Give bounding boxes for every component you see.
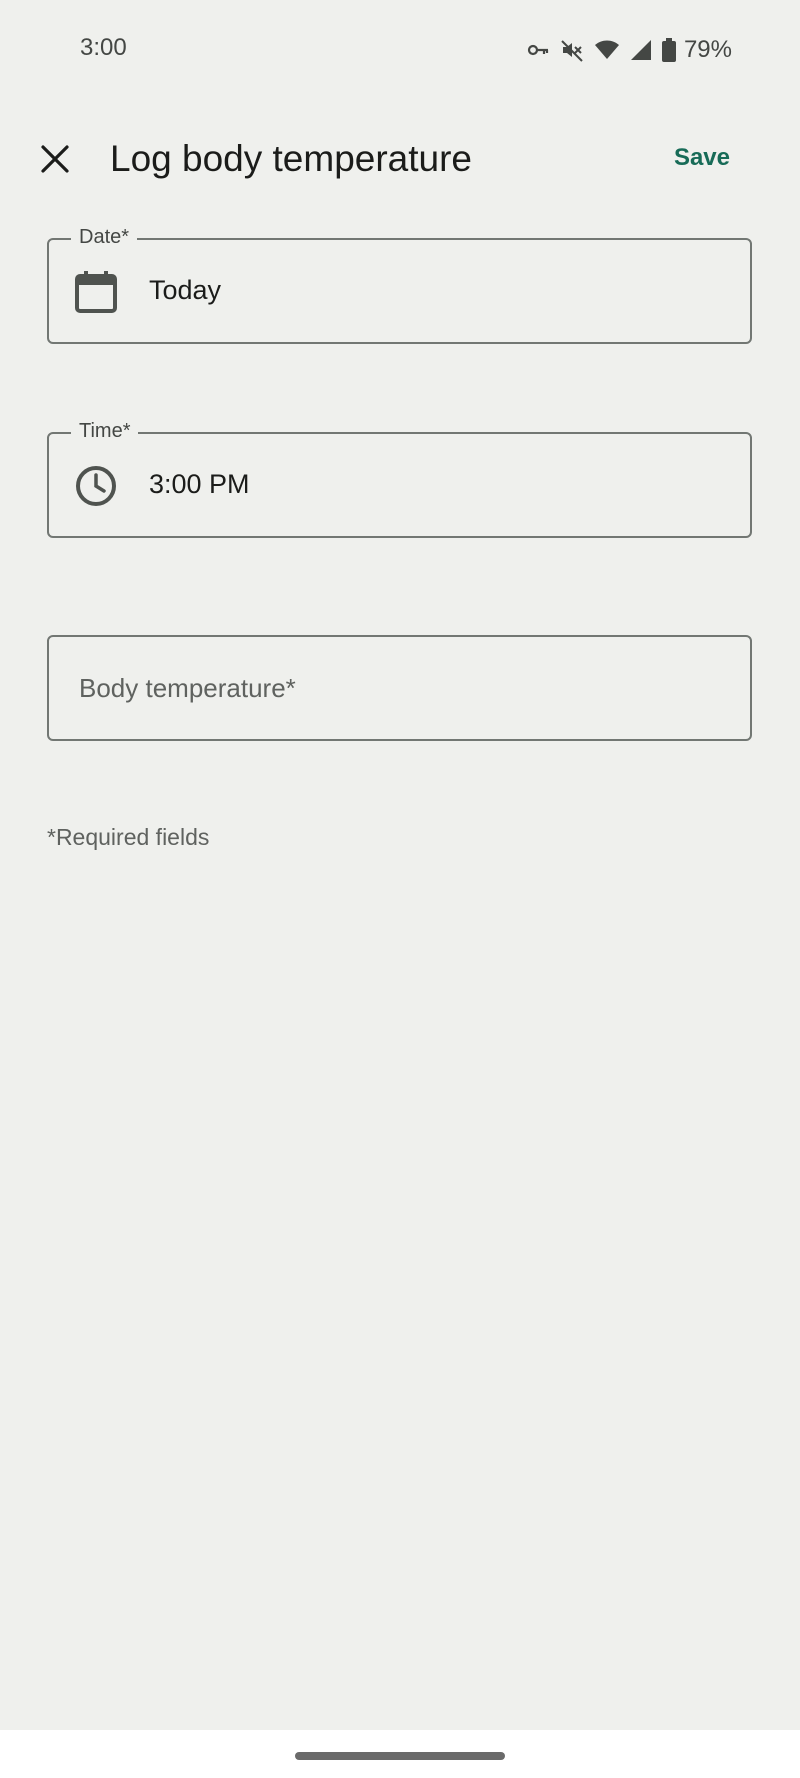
battery-percent: 79% xyxy=(683,36,732,63)
page-title: Log body temperature xyxy=(110,138,473,179)
date-field[interactable]: Date* Today xyxy=(47,226,752,344)
wifi-icon xyxy=(594,38,620,62)
app-bar: Log body temperature Save xyxy=(0,120,800,200)
status-time: 3:00 xyxy=(80,34,127,61)
mute-icon xyxy=(560,38,584,62)
time-field-label: Time* xyxy=(71,420,139,443)
close-icon xyxy=(39,143,71,180)
date-value: Today xyxy=(149,275,222,305)
calendar-icon xyxy=(75,271,117,313)
close-button[interactable] xyxy=(30,140,80,182)
save-button[interactable]: Save xyxy=(674,144,730,172)
body-temperature-input[interactable]: Body temperature* xyxy=(47,635,752,741)
required-fields-note: *Required fields xyxy=(47,824,210,850)
status-bar: 3:00 79% xyxy=(0,0,800,100)
time-field[interactable]: Time* 3:00 PM xyxy=(47,420,752,538)
clock-icon xyxy=(75,465,117,507)
vpn-key-icon xyxy=(526,38,550,62)
status-icons: 79% xyxy=(526,34,732,66)
body-temperature-placeholder: Body temperature* xyxy=(79,673,296,703)
home-indicator[interactable] xyxy=(295,1752,505,1760)
battery-icon xyxy=(661,38,676,62)
time-value: 3:00 PM xyxy=(149,469,250,499)
gesture-nav-area xyxy=(0,1730,800,1778)
date-field-label: Date* xyxy=(71,226,138,249)
cell-signal-icon xyxy=(630,38,652,62)
